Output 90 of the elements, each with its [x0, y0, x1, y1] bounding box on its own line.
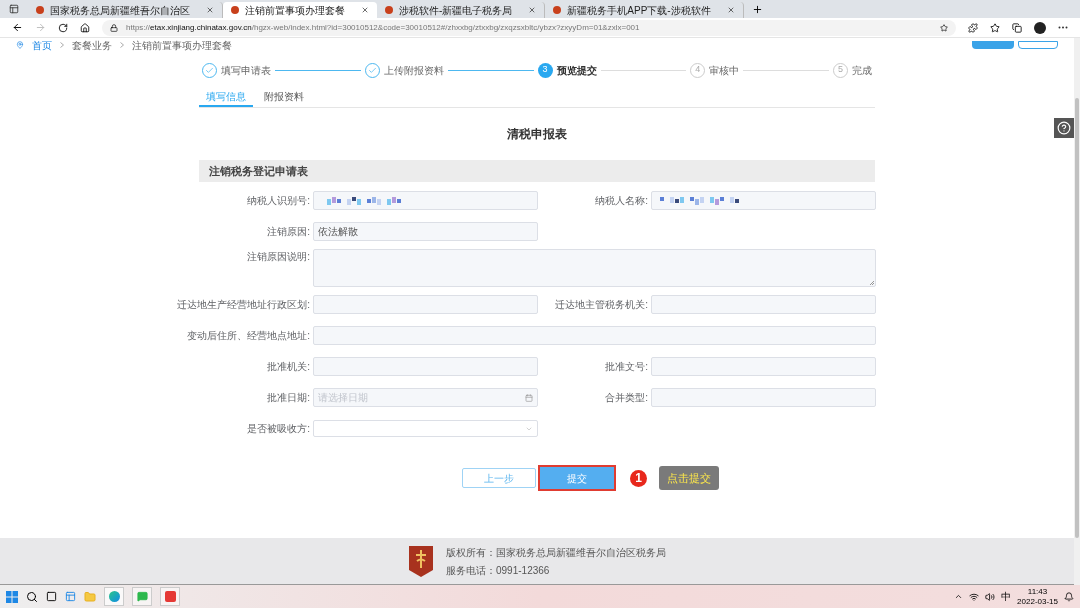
copyright-text: 版权所有：国家税务总局新疆维吾尔自治区税务局	[446, 545, 666, 560]
notification-icon[interactable]	[1064, 591, 1074, 602]
more-icon[interactable]	[1058, 26, 1068, 29]
step-label: 预览提交	[556, 63, 597, 78]
chevron-right-icon	[120, 42, 124, 48]
close-icon[interactable]	[528, 6, 537, 14]
close-icon[interactable]	[361, 6, 369, 14]
chevron-up-icon[interactable]	[954, 592, 964, 601]
field-label: 迁达地生产经营地址行政区划:	[176, 298, 311, 312]
input-field[interactable]	[651, 357, 876, 376]
step-label: 审核中	[709, 63, 740, 78]
emblem-icon	[553, 6, 562, 14]
browser-app-icon[interactable]	[104, 587, 124, 606]
step-label: 填写申请表	[221, 63, 271, 78]
form-title: 清税申报表	[507, 126, 567, 143]
field-label: 合并类型:	[604, 391, 649, 405]
step-number-badge: 1	[630, 469, 647, 487]
input-field[interactable]	[313, 191, 538, 210]
breadcrumb-link[interactable]: 套餐业务	[72, 37, 112, 53]
input-field[interactable]	[313, 357, 538, 376]
help-button[interactable]	[1054, 118, 1074, 138]
chat-app-icon[interactable]	[132, 587, 152, 606]
field-label: 纳税人名称:	[594, 194, 649, 208]
input-field[interactable]	[313, 295, 538, 314]
top-action-button[interactable]	[1018, 41, 1058, 49]
collections-icon[interactable]	[1012, 22, 1022, 33]
input-field[interactable]: 依法解散	[313, 222, 538, 241]
chevron-right-icon	[60, 42, 64, 48]
section-title: 注销税务登记申请表	[209, 163, 308, 179]
field-label: 纳税人识别号:	[246, 194, 311, 208]
tab-title: 涉税软件-新疆电子税务局	[399, 3, 513, 18]
field-label: 是否被吸收方:	[246, 422, 311, 436]
tab-actions-icon[interactable]	[9, 4, 19, 14]
callout-tooltip: 点击提交	[659, 466, 719, 490]
task-view-icon[interactable]	[46, 591, 57, 602]
location-icon	[16, 41, 24, 49]
field-label: 注销原因:	[266, 225, 311, 239]
phone-text: 服务电话：0991-12366	[446, 563, 551, 578]
favorites-icon[interactable]	[990, 22, 1000, 33]
field-label: 批准文号:	[604, 360, 649, 374]
clock[interactable]: 11:43 2022-03-15	[1017, 586, 1058, 607]
input-field[interactable]	[651, 295, 876, 314]
clock-date: 2022-03-15	[1017, 596, 1058, 607]
tab-title: 注销前置事项办理套餐	[245, 3, 345, 18]
new-tab-icon[interactable]	[751, 4, 763, 15]
emblem-logo	[408, 544, 434, 578]
emblem-icon	[36, 6, 44, 14]
input-method-indicator[interactable]: 中	[1001, 589, 1012, 604]
step-label: 完成	[852, 63, 872, 78]
emblem-icon	[231, 6, 239, 14]
scrollbar[interactable]	[1074, 38, 1080, 585]
resize-handle-icon[interactable]	[869, 280, 875, 286]
field-label: 批准日期:	[266, 391, 311, 405]
field-label: 注销原因说明:	[246, 250, 311, 264]
back-icon[interactable]	[12, 22, 23, 33]
close-icon[interactable]	[206, 6, 214, 14]
avatar[interactable]	[1034, 21, 1046, 34]
clock-time: 11:43	[1027, 586, 1048, 597]
extensions-icon[interactable]	[968, 22, 978, 33]
close-icon[interactable]	[726, 6, 735, 14]
sub-tab[interactable]: 附报资料	[257, 88, 311, 107]
reload-icon[interactable]	[58, 22, 68, 33]
breadcrumb-link[interactable]: 注销前置事项办理套餐	[132, 37, 232, 53]
step-label: 上传附报资料	[383, 63, 444, 78]
browser-tab[interactable]: 注销前置事项办理套餐	[223, 2, 377, 18]
field-label: 变动后住所、经营地点地址:	[186, 329, 311, 343]
input-field[interactable]	[651, 388, 876, 407]
help-icon	[1057, 121, 1071, 135]
input-field[interactable]	[313, 326, 876, 345]
office-app-icon[interactable]	[160, 587, 180, 606]
windows-icon[interactable]	[6, 590, 18, 603]
widgets-icon[interactable]	[65, 591, 76, 602]
input-field[interactable]	[651, 191, 876, 210]
search-icon[interactable]	[26, 590, 38, 603]
network-icon[interactable]	[969, 591, 980, 602]
emblem-icon	[385, 6, 393, 14]
select-field[interactable]	[313, 420, 538, 437]
url-text: https://etax.xinjiang.chinatax.gov.cn/hgzx-web/index.html?id=30010512&code=30010512#/zhxxbg/ztxxbg/zxqzsxbltc/ybzx?zxyyDm=01&zxlx=001	[126, 21, 640, 34]
volume-icon[interactable]	[985, 591, 996, 602]
field-label: 迁达地主管税务机关:	[554, 298, 649, 312]
lock-icon	[110, 23, 118, 32]
tab-title: 新疆税务手机APP下载-涉税软件	[567, 3, 711, 18]
favorite-icon[interactable]	[940, 23, 948, 32]
home-icon[interactable]	[80, 22, 90, 33]
textarea-field[interactable]	[313, 249, 876, 287]
breadcrumb-link[interactable]: 首页	[32, 37, 52, 53]
address-bar[interactable]: https://etax.xinjiang.chinatax.gov.cn/hgzx-web/index.html?id=30010512&code=30010512#/zhxxbg/ztxxbg/zxqzsxbltc/ybzx?zxyyDm=01&zxlx=001	[102, 19, 956, 36]
tab-title: 国家税务总局新疆维吾尔自治区	[50, 3, 190, 18]
field-label: 批准机关:	[266, 360, 311, 374]
calendar-icon	[525, 393, 533, 402]
